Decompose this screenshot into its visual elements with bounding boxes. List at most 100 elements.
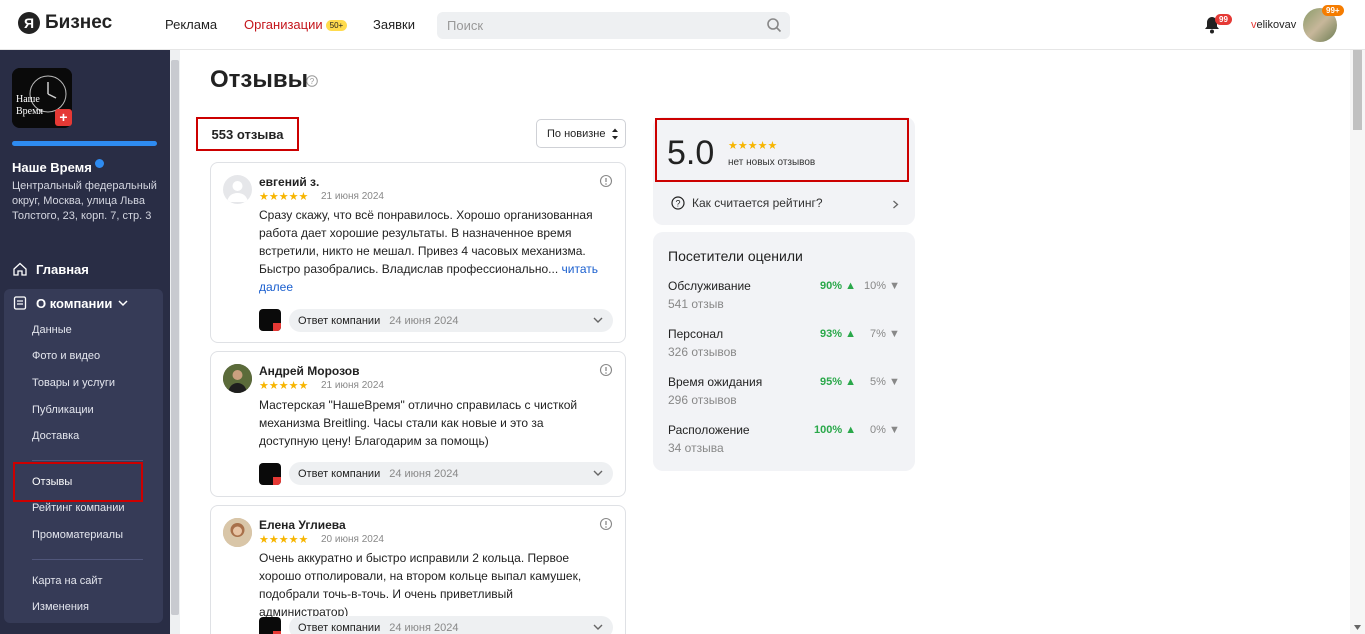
nav-organizations-badge: 50+ [325,20,348,31]
review-card: евгений з. ★★★★★ 21 июня 2024 Сразу скаж… [210,162,626,343]
how-rating-calculated-link[interactable]: ? Как считается рейтинг? [671,196,823,210]
criterion-positive: 93% ▲ [820,328,856,340]
sidebar-item-delivery[interactable]: Доставка [32,430,79,442]
criterion-negative: 7% ▼ [870,328,900,340]
sidebar-item-data[interactable]: Данные [32,324,72,336]
sort-select-label: По новизне [547,127,606,140]
review-text: Мастерская "НашеВремя" отлично справилас… [259,398,578,448]
reviewer-photo-icon [223,518,252,547]
review-card: Андрей Морозов ★★★★★ 21 июня 2024 Мастер… [210,351,626,497]
notifications-badge: 99 [1215,14,1232,25]
scroll-down-arrow-icon[interactable] [1354,625,1361,630]
reviewer-name[interactable]: евгений з. [259,175,319,189]
svg-text:?: ? [310,77,315,86]
sidebar-group-about: О компании [4,289,163,623]
home-icon [13,262,27,276]
company-reply-avatar [259,463,281,485]
yandex-business-logo[interactable]: Я Бизнес [18,12,112,34]
rating-stars: ★★★★★ [728,140,778,152]
sidebar-item-changes[interactable]: Изменения [32,601,89,613]
report-icon[interactable] [599,517,613,531]
thumb-down-icon: ▼ [886,280,900,292]
thumb-up-icon: ▲ [842,328,856,340]
company-reply-toggle[interactable]: Ответ компании 24 июня 2024 [289,616,613,634]
reply-date: 24 июня 2024 [389,467,459,480]
sidebar-item-map-widget[interactable]: Карта на сайт [32,575,103,587]
sidebar-scrollbar-thumb[interactable] [171,60,179,615]
company-reply-toggle[interactable]: Ответ компании 24 июня 2024 [289,462,613,485]
sidebar-scrollbar[interactable] [170,50,180,634]
criterion-positive: 90% ▲ [820,280,856,292]
criterion-negative: 0% ▼ [870,424,900,436]
review-stars: ★★★★★ [259,534,309,546]
sidebar-item-home-label: Главная [36,261,89,277]
reply-label: Ответ компании [298,621,381,634]
page-scrollbar[interactable] [1350,50,1365,634]
how-rating-calculated-label: Как считается рейтинг? [692,196,823,210]
reviewer-name[interactable]: Елена Углиева [259,518,346,532]
criterion-positive-value: 90% [820,280,843,292]
help-icon[interactable]: ? [306,75,318,87]
user-avatar-badge: 99+ [1322,5,1344,16]
reply-date: 24 июня 2024 [389,314,459,327]
report-icon[interactable] [599,363,613,377]
company-reply-avatar [259,617,281,634]
criterion-negative: 10% ▼ [864,280,900,292]
search-icon[interactable] [766,17,782,33]
chevron-down-icon [118,300,128,307]
criterion-negative-value: 10% [864,280,887,292]
reply-date: 24 июня 2024 [389,621,459,634]
rating-subtitle: нет новых отзывов [728,157,816,168]
thumb-up-icon: ▲ [842,376,856,388]
company-address: Центральный федеральный округ, Москва, у… [12,180,157,222]
thumb-down-icon: ▼ [885,328,900,340]
visitors-rated-title: Посетители оценили [668,248,803,264]
sidebar-item-products[interactable]: Товары и услуги [32,377,115,389]
company-name[interactable]: Наше Время [12,159,104,175]
review-card: Елена Углиева ★★★★★ 20 июня 2024 Очень а… [210,505,626,634]
review-stars: ★★★★★ [259,191,309,203]
rating-value: 5.0 [667,134,715,172]
sidebar-item-rating[interactable]: Рейтинг компании [32,502,125,514]
reviewer-name[interactable]: Андрей Морозов [259,364,359,378]
sidebar-group-about-label: О компании [36,295,113,311]
criterion-positive-value: 93% [820,328,843,340]
criterion-count: 296 отзывов [668,393,737,407]
sidebar-item-publications[interactable]: Публикации [32,404,94,416]
review-text-body: Сразу скажу, что всё понравилось. Хорошо… [259,208,593,276]
reply-label: Ответ компании [298,314,381,327]
thumb-down-icon: ▼ [885,424,900,436]
page-scrollbar-thumb[interactable] [1353,50,1362,130]
review-text: Очень аккуратно и быстро исправили 2 кол… [259,551,582,619]
reviewer-avatar [223,518,252,547]
company-reply-toggle[interactable]: Ответ компании 24 июня 2024 [289,309,613,332]
nav-requests[interactable]: Заявки [373,17,415,32]
sidebar-item-promo[interactable]: Промоматериалы [32,529,123,541]
criterion-name: Обслуживание [668,279,751,293]
review-count: 553 отзыва [196,117,299,151]
report-icon[interactable] [599,174,613,188]
thumb-down-icon: ▼ [885,376,900,388]
verified-icon [94,159,104,168]
criterion-count: 326 отзывов [668,345,737,359]
nav-advertising[interactable]: Реклама [165,17,217,32]
username[interactable]: velikovav [1251,19,1296,31]
review-text: Сразу скажу, что всё понравилось. Хорошо… [259,206,604,296]
sidebar-group-about-toggle[interactable]: О компании [12,295,128,311]
document-icon [13,296,27,310]
sidebar-item-home[interactable]: Главная [12,261,89,277]
criterion-negative: 5% ▼ [870,376,900,388]
criterion-positive-value: 95% [820,376,843,388]
sidebar-item-photos[interactable]: Фото и видео [32,350,100,362]
nav-organizations[interactable]: Организации 50+ [244,17,348,32]
reply-avatar-plus-icon [273,477,281,485]
search-input[interactable] [437,12,790,39]
chevron-down-icon [593,317,603,323]
sort-select[interactable]: По новизне [536,119,626,148]
sidebar-divider [32,559,143,560]
reviewer-photo-icon [223,364,252,393]
profile-progress-bar [12,141,157,146]
chevron-down-icon [593,470,603,476]
review-date: 21 июня 2024 [321,191,384,202]
chevron-right-icon[interactable] [892,200,899,209]
